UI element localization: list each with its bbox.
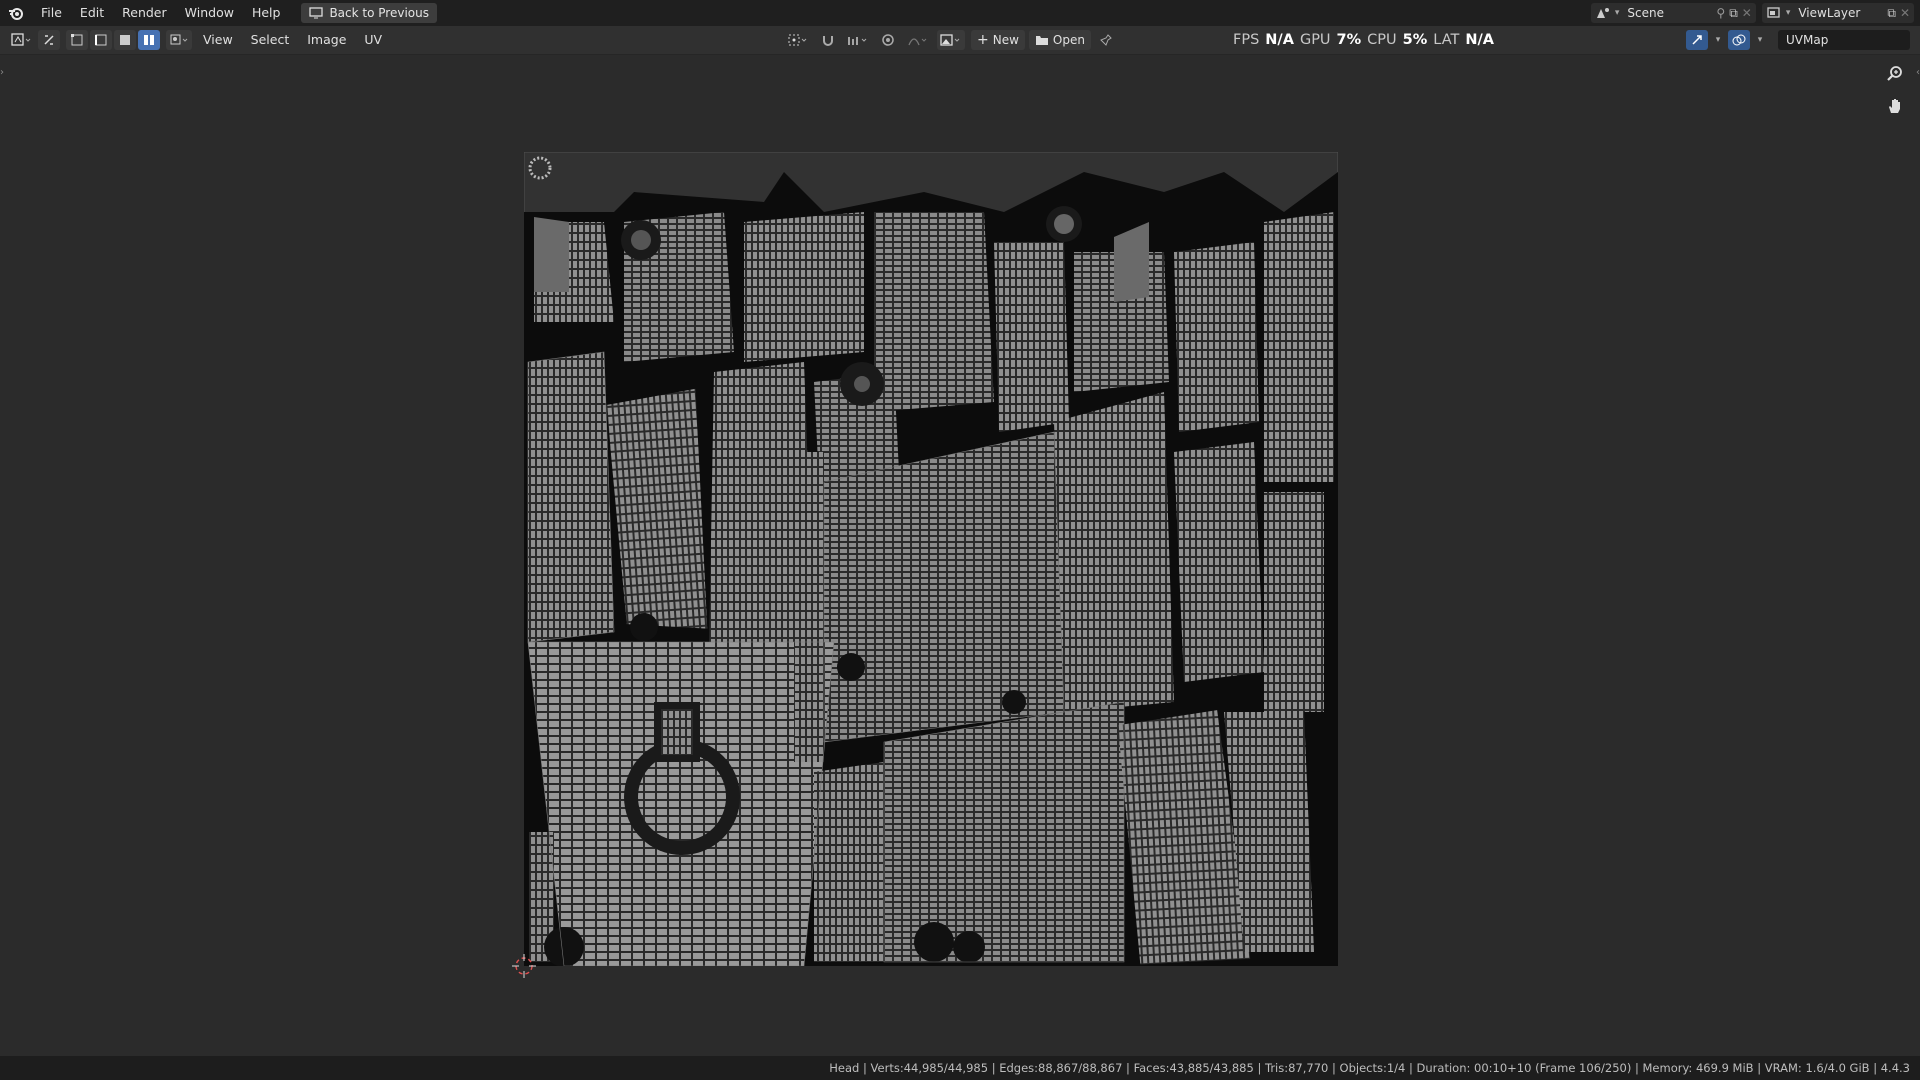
vertex-mode-icon	[71, 34, 83, 46]
lat-label: LAT	[1433, 32, 1460, 48]
magnet-icon	[823, 36, 833, 46]
scene-selector[interactable]: ▾ Scene ⚲ ⧉ ✕	[1590, 3, 1756, 23]
cpu-label: CPU	[1367, 32, 1397, 48]
status-bar: Head | Verts:44,985/44,985 | Edges:88,86…	[0, 1056, 1920, 1080]
menu-window[interactable]: Window	[176, 0, 243, 26]
performance-stats: FPS N/A GPU 7% CPU 5% LAT N/A	[1233, 26, 1494, 54]
sticky-select-icon	[170, 34, 188, 45]
open-image-button[interactable]: Open	[1028, 30, 1091, 50]
menu-image[interactable]: Image	[298, 26, 355, 54]
image-icon	[940, 34, 960, 46]
image-browse-button[interactable]	[937, 30, 965, 50]
view-layer-selector[interactable]: ▾ ViewLayer ⧉ ✕	[1761, 3, 1914, 23]
menu-render[interactable]: Render	[113, 0, 176, 26]
menu-select[interactable]: Select	[242, 26, 299, 54]
new-image-label: New	[992, 33, 1019, 47]
top-bar: File Edit Render Window Help Back to Pre…	[0, 0, 1920, 26]
chevron-down-icon: ▾	[1757, 35, 1763, 45]
back-to-previous-button[interactable]: Back to Previous	[301, 3, 437, 23]
gizmo-icon	[1692, 35, 1702, 45]
proportional-edit-icon	[882, 34, 894, 46]
chevron-down-icon: ▾	[1785, 8, 1791, 18]
menu-file[interactable]: File	[32, 0, 71, 26]
sync-icon	[44, 35, 54, 45]
pan-hand-icon[interactable]	[1882, 93, 1908, 119]
uv-editor-icon	[11, 33, 31, 46]
pivot-point-button[interactable]	[785, 30, 811, 50]
plus-icon: +	[977, 32, 989, 48]
menu-view[interactable]: View	[194, 26, 242, 54]
overlay-dropdown-button[interactable]: ▾	[1754, 30, 1766, 50]
edge-select-mode-button[interactable]	[90, 30, 112, 50]
tool-settings-toggle-icon[interactable]: ‹	[1916, 67, 1920, 78]
snap-increment-icon	[848, 37, 867, 45]
folder-icon	[1035, 36, 1048, 45]
uv-sync-selection-button[interactable]	[38, 30, 60, 50]
pin-icon[interactable]: ⚲	[1716, 6, 1725, 20]
sticky-selection-button[interactable]	[166, 30, 192, 50]
view-layer-name[interactable]: ViewLayer	[1794, 6, 1883, 20]
menu-help[interactable]: Help	[243, 0, 290, 26]
gpu-label: GPU	[1299, 32, 1331, 48]
pivot-icon	[788, 34, 807, 46]
scene-selectors: ▾ Scene ⚲ ⧉ ✕ ▾ ViewLayer ⧉ ✕	[1590, 0, 1920, 26]
face-mode-icon	[120, 35, 130, 45]
close-icon[interactable]: ✕	[1742, 6, 1752, 20]
lat-value: N/A	[1465, 32, 1494, 48]
face-select-mode-button[interactable]	[114, 30, 136, 50]
gpu-value: 7%	[1336, 32, 1362, 48]
close-icon[interactable]: ✕	[1900, 6, 1910, 20]
open-image-label: Open	[1052, 33, 1085, 47]
vertex-select-mode-button[interactable]	[66, 30, 88, 50]
back-to-previous-label: Back to Previous	[329, 6, 429, 20]
new-scene-icon[interactable]: ⧉	[1729, 6, 1738, 21]
island-mode-icon	[144, 35, 154, 45]
island-select-mode-button[interactable]	[138, 30, 160, 50]
uv-layout-canvas[interactable]	[524, 152, 1338, 966]
zoom-icon[interactable]	[1882, 61, 1908, 87]
sidebar-toggle-icon[interactable]: ›	[0, 67, 4, 78]
blender-logo-icon[interactable]	[0, 0, 32, 26]
snap-target-button[interactable]	[845, 30, 871, 50]
overlay-toggle-button[interactable]	[1728, 30, 1750, 50]
chevron-down-icon: ▾	[1614, 8, 1620, 18]
menu-uv[interactable]: UV	[355, 26, 391, 54]
falloff-curve-icon	[908, 38, 927, 46]
gizmo-dropdown-button[interactable]: ▾	[1712, 30, 1724, 50]
overlay-controls: ▾ ▾	[1686, 30, 1768, 50]
edge-mode-icon	[95, 34, 107, 46]
uv-map-selector[interactable]: UVMap	[1778, 30, 1910, 50]
uv-islands	[524, 172, 1338, 966]
editor-type-button[interactable]	[10, 30, 32, 50]
pin-image-button[interactable]	[1095, 30, 1117, 50]
scene-icon	[1596, 8, 1609, 18]
proportional-editing-button[interactable]	[877, 30, 899, 50]
fps-value: N/A	[1265, 32, 1294, 48]
overlay-icon	[1732, 34, 1746, 46]
2d-cursor-icon[interactable]	[512, 954, 536, 978]
chevron-down-icon: ▾	[1715, 35, 1721, 45]
cpu-value: 5%	[1402, 32, 1428, 48]
menu-edit[interactable]: Edit	[71, 0, 113, 26]
scene-name[interactable]: Scene	[1623, 6, 1712, 20]
view-layer-icon	[1767, 7, 1780, 18]
new-image-button[interactable]: + New	[971, 30, 1025, 50]
gizmo-toggle-button[interactable]	[1686, 30, 1708, 50]
fps-label: FPS	[1233, 32, 1260, 48]
image-tools: + New Open	[785, 30, 1119, 50]
new-view-layer-icon[interactable]: ⧉	[1887, 6, 1896, 21]
snap-toggle-button[interactable]	[817, 30, 839, 50]
falloff-button[interactable]	[905, 30, 931, 50]
pin-icon	[1100, 34, 1112, 46]
screen-icon	[309, 7, 324, 19]
